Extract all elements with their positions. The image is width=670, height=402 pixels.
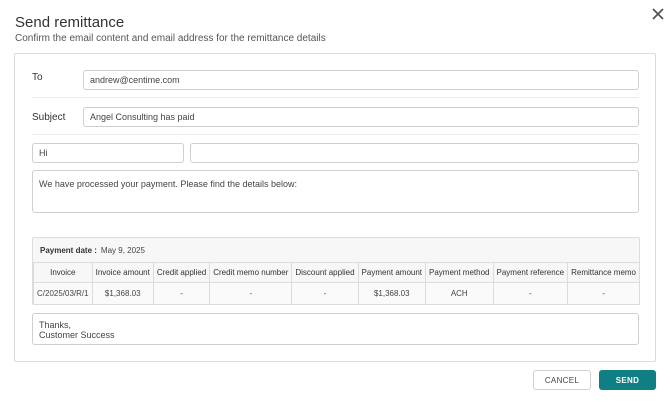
column-header: Payment amount bbox=[357, 262, 427, 283]
column-header: Remittance memo bbox=[567, 262, 641, 283]
to-label: To bbox=[32, 72, 43, 83]
column-header: Payment reference bbox=[492, 262, 569, 283]
cancel-button[interactable]: CANCEL bbox=[533, 370, 591, 390]
column-header: Invoice amount bbox=[91, 262, 154, 283]
payment-date-value: May 9, 2025 bbox=[100, 246, 145, 255]
dialog-subtitle: Confirm the email content and email addr… bbox=[15, 33, 326, 44]
email-form-panel: To andrew@centime.com Subject Angel Cons… bbox=[14, 53, 656, 362]
subject-value: Angel Consulting has paid bbox=[90, 112, 195, 122]
column-header: Discount applied bbox=[291, 262, 359, 283]
close-icon[interactable] bbox=[648, 4, 668, 24]
table-cell: $1,368.03 bbox=[91, 282, 154, 305]
greeting-value: Hi bbox=[39, 148, 48, 158]
table-cell: $1,368.03 bbox=[357, 282, 427, 305]
subject-label: Subject bbox=[32, 112, 66, 123]
table-cell: - bbox=[291, 282, 359, 305]
column-header: Payment method bbox=[425, 262, 494, 283]
column-header: Credit memo number bbox=[209, 262, 293, 283]
table-cell: - bbox=[152, 282, 211, 305]
table-cell: - bbox=[209, 282, 293, 305]
to-email-value: andrew@centime.com bbox=[90, 75, 180, 85]
column-header: Credit applied bbox=[152, 262, 211, 283]
table-cell: - bbox=[492, 282, 569, 305]
subject-field[interactable]: Angel Consulting has paid bbox=[83, 107, 639, 127]
closing-field[interactable]: Thanks, Customer Success bbox=[32, 313, 639, 345]
send-button[interactable]: SEND bbox=[599, 370, 656, 390]
recipient-name-field[interactable] bbox=[190, 143, 639, 163]
remittance-details: Payment date : May 9, 2025 Invoice Invoic… bbox=[32, 237, 641, 305]
payment-date-label: Payment date : bbox=[40, 246, 97, 255]
email-body-value: We have processed your payment. Please f… bbox=[39, 179, 297, 189]
table-cell: ACH bbox=[425, 282, 494, 305]
table-row: C/2025/03/R/1 $1,368.03 - - - $1,368.03 … bbox=[33, 282, 641, 305]
divider bbox=[32, 134, 639, 135]
table-cell: - bbox=[567, 282, 641, 305]
closing-line-1: Thanks, bbox=[39, 320, 72, 330]
closing-line-2: Customer Success bbox=[39, 330, 115, 340]
column-header: Invoice bbox=[33, 262, 93, 283]
greeting-field[interactable]: Hi bbox=[32, 143, 184, 163]
divider bbox=[32, 97, 639, 98]
payment-date: Payment date : May 9, 2025 bbox=[40, 246, 145, 255]
table-header-row: Invoice Invoice amount Credit applied Cr… bbox=[33, 262, 641, 283]
dialog-title: Send remittance bbox=[15, 14, 125, 31]
email-body-field[interactable]: We have processed your payment. Please f… bbox=[32, 170, 639, 213]
to-email-field[interactable]: andrew@centime.com bbox=[83, 70, 639, 90]
remittance-table: Invoice Invoice amount Credit applied Cr… bbox=[33, 262, 641, 305]
table-cell: C/2025/03/R/1 bbox=[33, 282, 93, 305]
